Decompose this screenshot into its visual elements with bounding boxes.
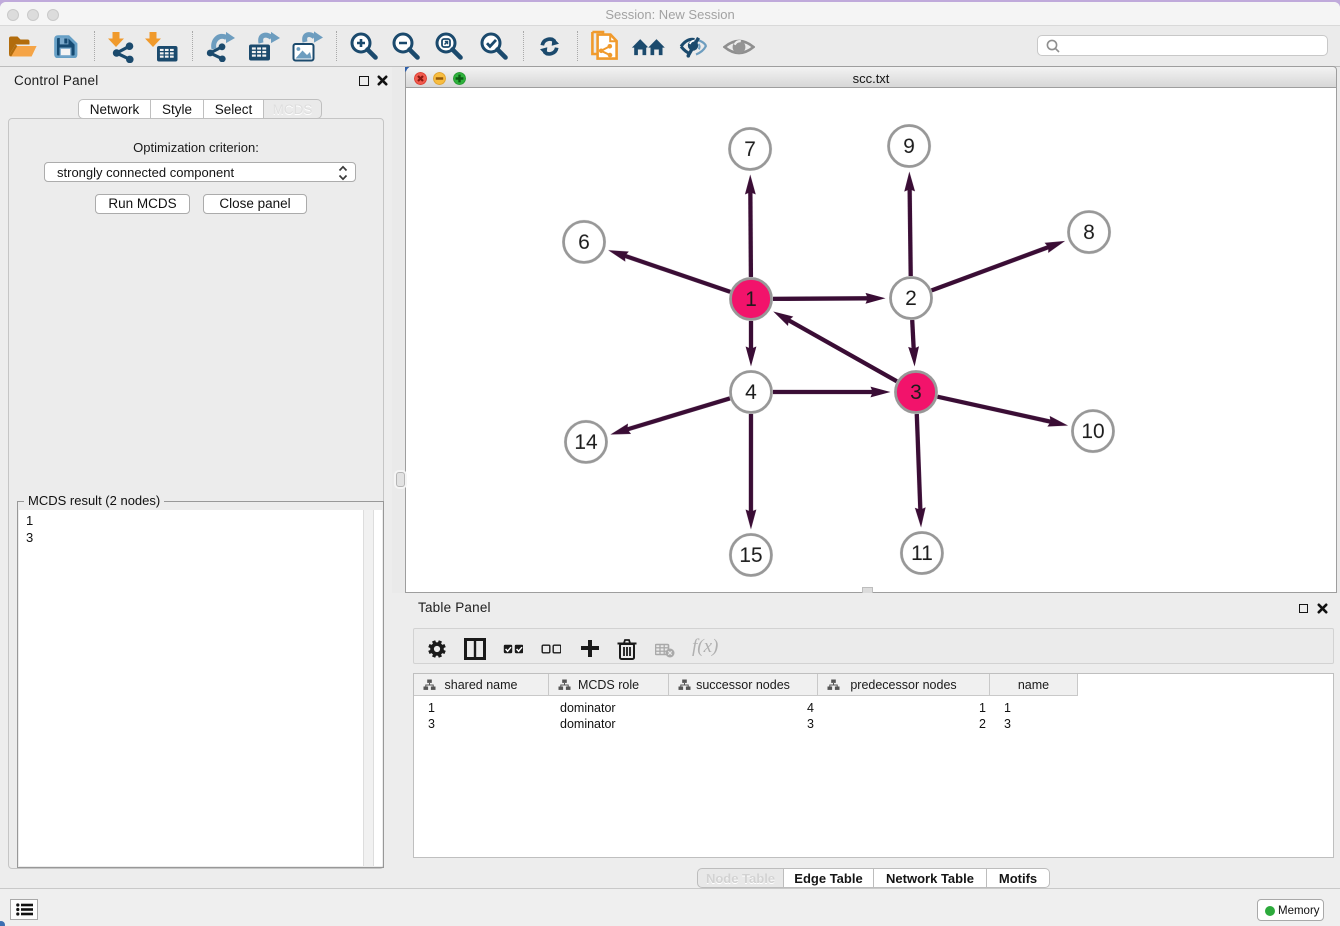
svg-text:2: 2: [905, 287, 917, 310]
svg-text:7: 7: [744, 138, 756, 161]
svg-text:11: 11: [911, 542, 933, 565]
svg-text:9: 9: [903, 135, 915, 158]
svg-text:6: 6: [578, 231, 590, 254]
svg-text:8: 8: [1083, 221, 1095, 244]
svg-text:4: 4: [745, 381, 757, 404]
svg-text:3: 3: [910, 381, 922, 404]
svg-text:14: 14: [574, 431, 598, 454]
svg-text:10: 10: [1081, 420, 1104, 443]
svg-text:1: 1: [745, 288, 757, 311]
svg-text:15: 15: [739, 544, 762, 567]
